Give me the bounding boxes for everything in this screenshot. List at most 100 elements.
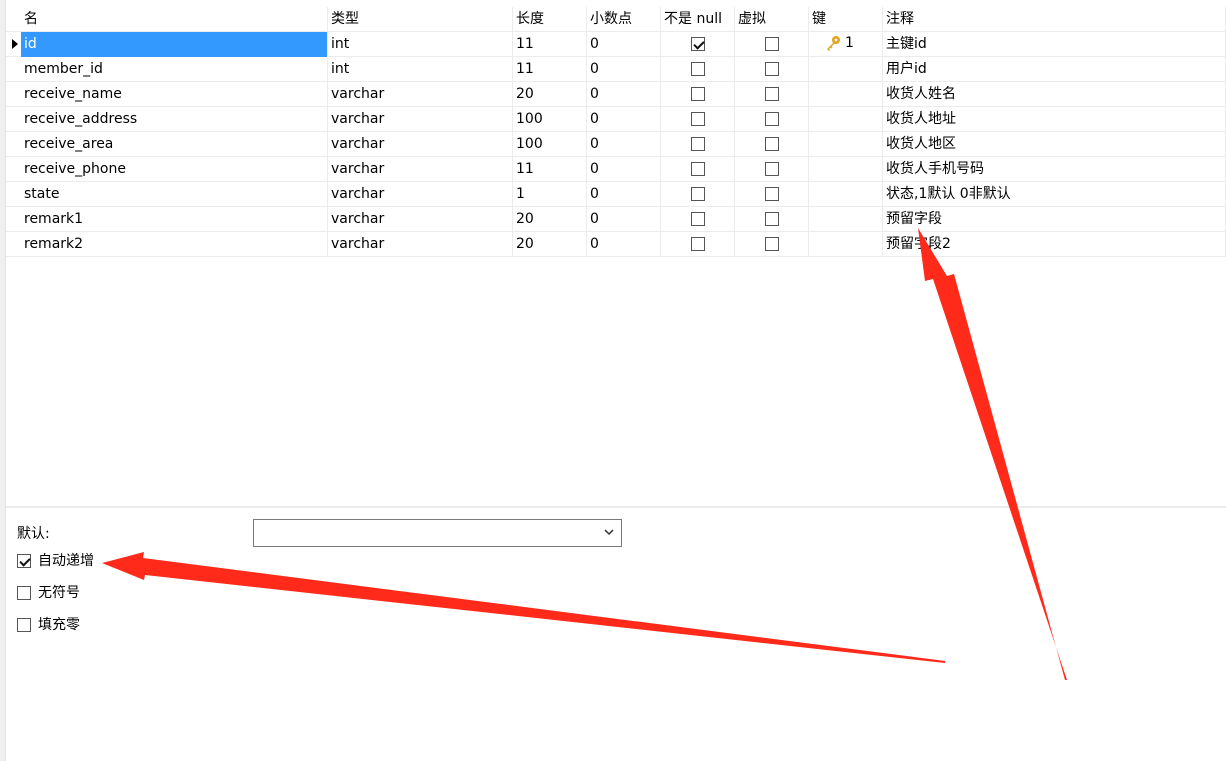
cell-type[interactable]: int	[328, 32, 513, 57]
cell-name[interactable]: receive_name	[21, 82, 328, 107]
virtual-checkbox[interactable]	[765, 212, 779, 226]
cell-name[interactable]: id	[21, 32, 328, 57]
cell-name[interactable]: member_id	[21, 57, 328, 82]
cell-length[interactable]: 11	[513, 157, 587, 182]
not-null-checkbox[interactable]	[691, 112, 705, 126]
cell-virtual[interactable]	[735, 82, 809, 107]
cell-decimals[interactable]: 0	[587, 32, 661, 57]
row-marker[interactable]	[6, 182, 20, 207]
not-null-checkbox[interactable]	[691, 237, 705, 251]
unsigned-checkbox[interactable]	[17, 586, 31, 600]
cell-name[interactable]: remark2	[21, 232, 328, 257]
cell-length[interactable]: 100	[513, 132, 587, 157]
cell-not-null[interactable]	[661, 207, 735, 232]
cell-name[interactable]: state	[21, 182, 328, 207]
cell-name[interactable]: receive_phone	[21, 157, 328, 182]
cell-virtual[interactable]	[735, 207, 809, 232]
cell-key[interactable]	[809, 157, 883, 182]
not-null-checkbox[interactable]	[691, 62, 705, 76]
cell-type[interactable]: varchar	[328, 132, 513, 157]
cell-not-null[interactable]	[661, 107, 735, 132]
cell-key[interactable]	[809, 107, 883, 132]
virtual-checkbox[interactable]	[765, 62, 779, 76]
cell-length[interactable]: 20	[513, 82, 587, 107]
virtual-checkbox[interactable]	[765, 37, 779, 51]
cell-virtual[interactable]	[735, 107, 809, 132]
cell-length[interactable]: 20	[513, 207, 587, 232]
virtual-checkbox[interactable]	[765, 87, 779, 101]
cell-type[interactable]: varchar	[328, 82, 513, 107]
column-header-not-null[interactable]: 不是 null	[661, 7, 735, 32]
cell-comment[interactable]: 用户id	[883, 57, 1226, 82]
cell-not-null[interactable]	[661, 32, 735, 57]
cell-type[interactable]: int	[328, 57, 513, 82]
table-row[interactable]: receive_address varchar 100 0 收货人地址	[6, 107, 1226, 132]
table-row[interactable]: member_id int 11 0 用户id	[6, 57, 1226, 82]
cell-key[interactable]	[809, 132, 883, 157]
cell-key[interactable]	[809, 57, 883, 82]
auto-increment-checkbox[interactable]	[17, 554, 31, 568]
column-header-length[interactable]: 长度	[513, 7, 587, 32]
row-marker[interactable]	[6, 157, 20, 182]
cell-key[interactable]	[809, 207, 883, 232]
cell-type[interactable]: varchar	[328, 157, 513, 182]
cell-decimals[interactable]: 0	[587, 182, 661, 207]
cell-not-null[interactable]	[661, 82, 735, 107]
row-marker[interactable]	[6, 32, 20, 57]
row-marker[interactable]	[6, 57, 20, 82]
virtual-checkbox[interactable]	[765, 237, 779, 251]
cell-length[interactable]: 1	[513, 182, 587, 207]
cell-comment[interactable]: 主键id	[883, 32, 1226, 57]
column-header-decimals[interactable]: 小数点	[587, 7, 661, 32]
zerofill-checkbox[interactable]	[17, 618, 31, 632]
cell-key[interactable]: 1	[809, 32, 883, 57]
cell-length[interactable]: 20	[513, 232, 587, 257]
cell-decimals[interactable]: 0	[587, 82, 661, 107]
cell-type[interactable]: varchar	[328, 107, 513, 132]
row-marker[interactable]	[6, 232, 20, 257]
default-select[interactable]	[253, 519, 622, 547]
cell-decimals[interactable]: 0	[587, 207, 661, 232]
cell-key[interactable]	[809, 82, 883, 107]
cell-decimals[interactable]: 0	[587, 57, 661, 82]
cell-virtual[interactable]	[735, 132, 809, 157]
cell-comment[interactable]: 状态,1默认 0非默认	[883, 182, 1226, 207]
cell-virtual[interactable]	[735, 32, 809, 57]
not-null-checkbox[interactable]	[691, 37, 705, 51]
cell-decimals[interactable]: 0	[587, 157, 661, 182]
cell-decimals[interactable]: 0	[587, 107, 661, 132]
table-row[interactable]: remark2 varchar 20 0 预留字段2	[6, 232, 1226, 257]
cell-comment[interactable]: 预留字段	[883, 207, 1226, 232]
table-row[interactable]: id int 11 0 1 主键id	[6, 32, 1226, 57]
cell-type[interactable]: varchar	[328, 182, 513, 207]
virtual-checkbox[interactable]	[765, 112, 779, 126]
column-header-name[interactable]: 名	[21, 7, 328, 32]
cell-name[interactable]: remark1	[21, 207, 328, 232]
cell-virtual[interactable]	[735, 57, 809, 82]
table-row[interactable]: receive_name varchar 20 0 收货人姓名	[6, 82, 1226, 107]
cell-comment[interactable]: 收货人姓名	[883, 82, 1226, 107]
table-row[interactable]: receive_phone varchar 11 0 收货人手机号码	[6, 157, 1226, 182]
table-row[interactable]: receive_area varchar 100 0 收货人地区	[6, 132, 1226, 157]
table-row[interactable]: remark1 varchar 20 0 预留字段	[6, 207, 1226, 232]
row-marker[interactable]	[6, 107, 20, 132]
virtual-checkbox[interactable]	[765, 137, 779, 151]
virtual-checkbox[interactable]	[765, 187, 779, 201]
not-null-checkbox[interactable]	[691, 187, 705, 201]
cell-decimals[interactable]: 0	[587, 132, 661, 157]
row-marker[interactable]	[6, 132, 20, 157]
cell-comment[interactable]: 预留字段2	[883, 232, 1226, 257]
column-header-key[interactable]: 键	[809, 7, 883, 32]
not-null-checkbox[interactable]	[691, 87, 705, 101]
virtual-checkbox[interactable]	[765, 162, 779, 176]
cell-not-null[interactable]	[661, 57, 735, 82]
not-null-checkbox[interactable]	[691, 212, 705, 226]
not-null-checkbox[interactable]	[691, 162, 705, 176]
cell-type[interactable]: varchar	[328, 232, 513, 257]
cell-length[interactable]: 100	[513, 107, 587, 132]
column-header-virtual[interactable]: 虚拟	[735, 7, 809, 32]
cell-comment[interactable]: 收货人手机号码	[883, 157, 1226, 182]
cell-key[interactable]	[809, 182, 883, 207]
column-header-type[interactable]: 类型	[328, 7, 513, 32]
cell-virtual[interactable]	[735, 157, 809, 182]
